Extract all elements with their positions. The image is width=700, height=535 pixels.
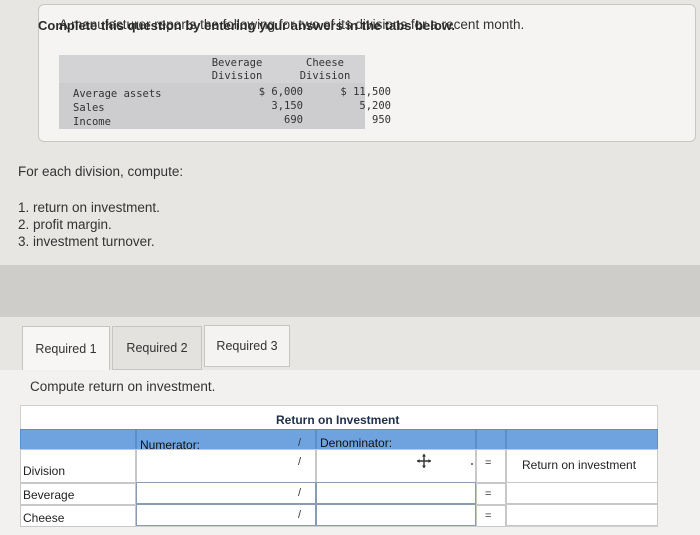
value-cheese-income: 950: [372, 114, 391, 126]
divide-symbol: /: [298, 456, 302, 468]
compute-instruction: Compute return on investment.: [30, 379, 216, 394]
instruction-item: 2. profit margin.: [18, 217, 112, 232]
divide-symbol: /: [298, 437, 302, 449]
instructions: For each division, compute: 1. return on…: [18, 164, 183, 250]
column-header-beverage: Beverage Division: [211, 57, 263, 82]
beverage-denominator-input[interactable]: [316, 482, 476, 504]
cheese-denominator-input[interactable]: [316, 504, 476, 526]
row-label-beverage: Beverage: [23, 488, 75, 502]
tab-required-3[interactable]: Required 3: [204, 325, 290, 367]
tab-required-2[interactable]: Required 2: [112, 326, 202, 370]
division-data-table: Beverage Division Cheese Division Averag…: [59, 55, 391, 129]
equals-symbol: =: [485, 457, 492, 469]
grid-title: Return on Investment: [276, 413, 400, 427]
instruction-banner: [0, 265, 700, 317]
row-label-income: Income: [73, 116, 111, 128]
move-cursor-icon: [417, 454, 431, 468]
divide-symbol: /: [298, 487, 302, 499]
roi-answer-grid: Return on Investment Numerator: / Denomi…: [20, 405, 658, 527]
division-header: Division: [23, 464, 66, 478]
column-header-cheese: Cheese Division: [299, 57, 351, 82]
tab-required-1[interactable]: Required 1: [22, 326, 110, 370]
value-beverage-sales: 3,150: [271, 100, 303, 112]
value-beverage-average-assets: $ 6,000: [258, 86, 303, 98]
divide-symbol: /: [298, 509, 302, 521]
cheese-roi-result[interactable]: [506, 504, 658, 526]
instruction-item: 3. investment turnover.: [18, 234, 155, 249]
denominator-header: Denominator:: [320, 436, 393, 450]
value-cheese-average-assets: $ 11,500: [340, 86, 391, 98]
value-beverage-income: 690: [284, 114, 303, 126]
instructions-intro: For each division, compute:: [18, 164, 184, 179]
instruction-item: 1. return on investment.: [18, 200, 160, 215]
value-cheese-sales: 5,200: [359, 100, 391, 112]
roi-result-header: Return on investment: [522, 458, 637, 472]
row-label-cheese: Cheese: [23, 511, 65, 525]
banner-text: Complete this question by entering your …: [38, 18, 456, 33]
equals-symbol: =: [485, 488, 492, 500]
row-label-sales: Sales: [73, 102, 105, 114]
instructions-list: 1. return on investment. 2. profit margi…: [18, 199, 183, 250]
row-label-average-assets: Average assets: [73, 88, 162, 100]
equals-symbol: =: [485, 510, 492, 522]
cheese-numerator-input[interactable]: [136, 504, 316, 526]
beverage-roi-result[interactable]: [506, 482, 658, 504]
beverage-numerator-input[interactable]: [136, 482, 316, 504]
